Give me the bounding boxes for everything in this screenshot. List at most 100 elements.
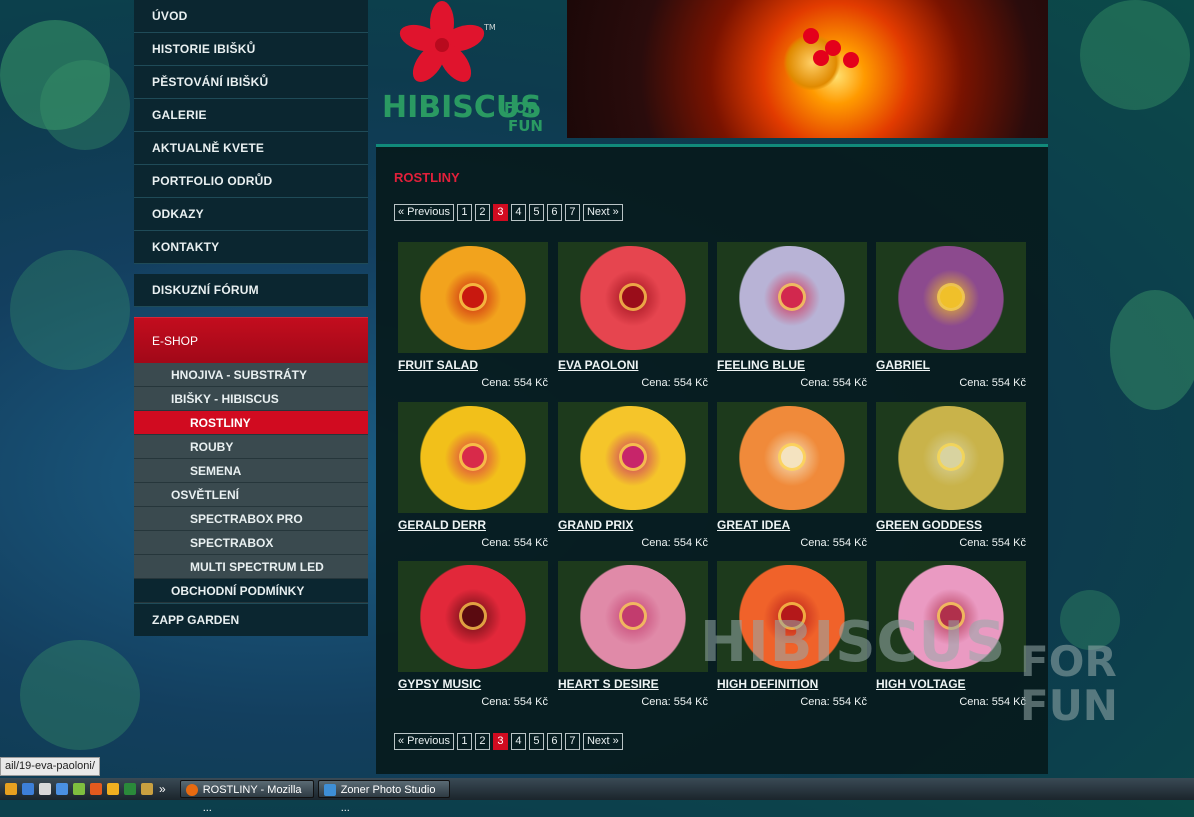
product-name-link[interactable]: HIGH VOLTAGE	[876, 676, 1026, 692]
quicklaunch-icon[interactable]	[22, 783, 34, 795]
product-image[interactable]	[717, 561, 867, 672]
product-price: Cena: 554 Kč	[481, 537, 548, 549]
nav-item-forum[interactable]: DISKUZNÍ FÓRUM	[134, 274, 368, 307]
nav-item-historie[interactable]: HISTORIE IBIŠKŮ	[134, 33, 368, 66]
taskbar-button-firefox[interactable]: ROSTLINY - Mozilla ...	[179, 780, 314, 814]
product-card[interactable]: GRAND PRIX Cena: 554 Kč	[558, 402, 708, 549]
nav-item-galerie[interactable]: GALERIE	[134, 99, 368, 132]
nav-item-kontakty[interactable]: KONTAKTY	[134, 231, 368, 264]
flower-center	[940, 446, 962, 468]
pager-page-1[interactable]: 1	[456, 733, 472, 750]
nav-item-portfolio[interactable]: PORTFOLIO ODRŮD	[134, 165, 368, 198]
pager-previous[interactable]: « Previous	[394, 204, 454, 221]
pager-page-7[interactable]: 7	[564, 204, 580, 221]
product-image[interactable]	[717, 402, 867, 513]
nav-sub-rostliny[interactable]: ROSTLINY	[134, 411, 368, 435]
quicklaunch-icon[interactable]	[73, 783, 85, 795]
nav-sub-rouby[interactable]: ROUBY	[134, 435, 368, 459]
nav-item-pestovani[interactable]: PĚSTOVÁNÍ IBIŠKŮ	[134, 66, 368, 99]
nav-sub-obchodni-podminky[interactable]: OBCHODNÍ PODMÍNKY	[134, 579, 368, 603]
pager-page-4[interactable]: 4	[510, 204, 526, 221]
product-name-link[interactable]: FRUIT SALAD	[398, 357, 548, 373]
quicklaunch-icon[interactable]	[124, 783, 136, 795]
quicklaunch-icon[interactable]	[107, 783, 119, 795]
product-image[interactable]	[876, 242, 1026, 353]
nav-item-zapp-garden[interactable]: ZAPP GARDEN	[134, 603, 368, 636]
nav-item-aktualne-kvete[interactable]: AKTUALNĚ KVETE	[134, 132, 368, 165]
product-name-link[interactable]: GREEN GODDESS	[876, 517, 1026, 533]
flower-center	[940, 605, 962, 627]
product-price: Cena: 554 Kč	[959, 696, 1026, 708]
product-name-link[interactable]: FEELING BLUE	[717, 357, 867, 373]
product-name-link[interactable]: HEART S DESIRE	[558, 676, 708, 692]
nav-item-odkazy[interactable]: ODKAZY	[134, 198, 368, 231]
product-card[interactable]: HIGH VOLTAGE Cena: 554 Kč	[876, 561, 1026, 708]
logo-for: FOR	[504, 99, 539, 117]
product-name-link[interactable]: HIGH DEFINITION	[717, 676, 867, 692]
quicklaunch-icon[interactable]	[56, 783, 68, 795]
product-image[interactable]	[558, 402, 708, 513]
product-card[interactable]: GREAT IDEA Cena: 554 Kč	[717, 402, 867, 549]
pager-page-6[interactable]: 6	[546, 204, 562, 221]
pager-page-1[interactable]: 1	[456, 204, 472, 221]
nav-sub-hnojiva[interactable]: HNOJIVA - SUBSTRÁTY	[134, 363, 368, 387]
nav-sub-spectrabox[interactable]: SPECTRABOX	[134, 531, 368, 555]
product-name-link[interactable]: GERALD DERR	[398, 517, 548, 533]
pager-page-3[interactable]: 3	[492, 733, 508, 750]
product-card[interactable]: EVA PAOLONI Cena: 554 Kč	[558, 242, 708, 389]
product-card[interactable]: HEART S DESIRE Cena: 554 Kč	[558, 561, 708, 708]
product-price: Cena: 554 Kč	[641, 377, 708, 389]
product-card[interactable]: GREEN GODDESS Cena: 554 Kč	[876, 402, 1026, 549]
nav-sub-spectrabox-pro[interactable]: SPECTRABOX PRO	[134, 507, 368, 531]
product-card[interactable]: FEELING BLUE Cena: 554 Kč	[717, 242, 867, 389]
product-name-link[interactable]: EVA PAOLONI	[558, 357, 708, 373]
product-image[interactable]	[398, 561, 548, 672]
nav-sub-ibisky[interactable]: IBIŠKY - HIBISCUS	[134, 387, 368, 411]
site-logo[interactable]: HIBISCUS FOR FUN TM	[376, 0, 566, 140]
product-image[interactable]	[876, 561, 1026, 672]
nav-sub-osvetleni[interactable]: OSVĚTLENÍ	[134, 483, 368, 507]
pager-page-5[interactable]: 5	[528, 733, 544, 750]
product-name-link[interactable]: GYPSY MUSIC	[398, 676, 548, 692]
pagination-bottom: « Previous 1 2 3 4 5 6 7 Next »	[394, 733, 623, 750]
product-image[interactable]	[876, 402, 1026, 513]
pager-page-5[interactable]: 5	[528, 204, 544, 221]
quicklaunch-icon[interactable]	[141, 783, 153, 795]
product-name-link[interactable]: GREAT IDEA	[717, 517, 867, 533]
pager-page-7[interactable]: 7	[564, 733, 580, 750]
product-card[interactable]: GERALD DERR Cena: 554 Kč	[398, 402, 548, 549]
quicklaunch-icon[interactable]	[90, 783, 102, 795]
product-price: Cena: 554 Kč	[481, 696, 548, 708]
nav-sub-semena[interactable]: SEMENA	[134, 459, 368, 483]
pager-page-6[interactable]: 6	[546, 733, 562, 750]
quicklaunch-overflow-icon[interactable]: »	[159, 782, 166, 796]
nav-item-eshop[interactable]: E-SHOP	[134, 317, 368, 363]
browser-status-url: ail/19-eva-paoloni/	[0, 757, 100, 776]
product-name-link[interactable]: GRAND PRIX	[558, 517, 708, 533]
pager-next[interactable]: Next »	[582, 204, 623, 221]
nav-item-uvod[interactable]: ÚVOD	[134, 0, 368, 33]
product-name-link[interactable]: GABRIEL	[876, 357, 1026, 373]
product-price: Cena: 554 Kč	[481, 377, 548, 389]
product-image[interactable]	[558, 561, 708, 672]
pager-page-2[interactable]: 2	[474, 733, 490, 750]
pager-page-3[interactable]: 3	[492, 204, 508, 221]
product-image[interactable]	[717, 242, 867, 353]
quicklaunch-icon[interactable]	[5, 783, 17, 795]
pager-page-2[interactable]: 2	[474, 204, 490, 221]
quicklaunch-icon[interactable]	[39, 783, 51, 795]
product-image[interactable]	[398, 242, 548, 353]
product-card[interactable]: GABRIEL Cena: 554 Kč	[876, 242, 1026, 389]
nav-sub-multi-spectrum[interactable]: MULTI SPECTRUM LED	[134, 555, 368, 579]
product-image[interactable]	[558, 242, 708, 353]
product-card[interactable]: FRUIT SALAD Cena: 554 Kč	[398, 242, 548, 389]
pager-next[interactable]: Next »	[582, 733, 623, 750]
product-card[interactable]: GYPSY MUSIC Cena: 554 Kč	[398, 561, 548, 708]
taskbar-button-zoner[interactable]: Zoner Photo Studio ...	[317, 780, 450, 814]
flower-center	[462, 446, 484, 468]
pager-page-4[interactable]: 4	[510, 733, 526, 750]
pager-previous[interactable]: « Previous	[394, 733, 454, 750]
product-card[interactable]: HIGH DEFINITION Cena: 554 Kč	[717, 561, 867, 708]
flower-center	[462, 286, 484, 308]
product-image[interactable]	[398, 402, 548, 513]
